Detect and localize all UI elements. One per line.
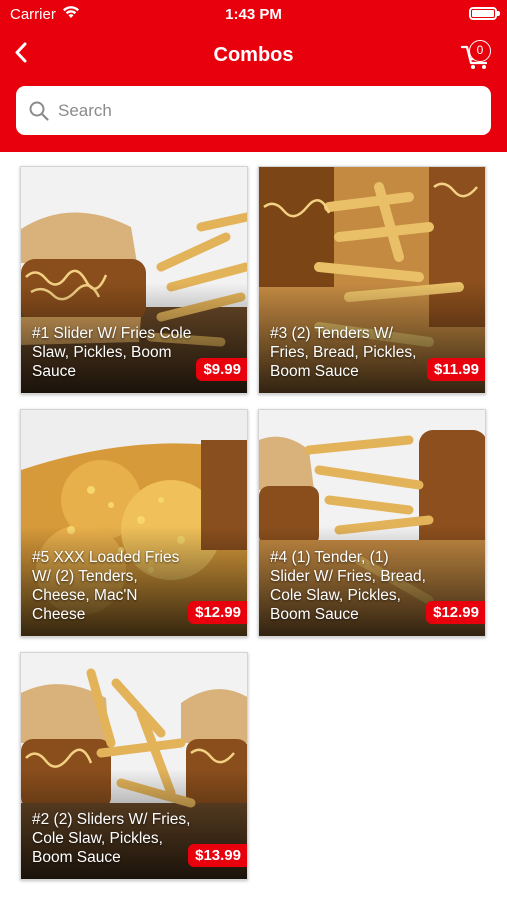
status-time: 1:43 PM: [225, 6, 282, 23]
status-bar: Carrier 1:43 PM: [0, 0, 507, 28]
combo-card-3[interactable]: #5 XXX Loaded Fries W/ (2) Tenders, Chee…: [20, 409, 248, 637]
cart-button[interactable]: 0: [459, 36, 495, 72]
combo-name: #1 Slider W/ Fries Cole Slaw, Pickles, B…: [32, 325, 192, 380]
price-badge: $11.99: [426, 358, 485, 381]
price-badge: $9.99: [196, 358, 247, 381]
price-badge: $13.99: [188, 844, 247, 867]
header: Carrier 1:43 PM Combos 0: [0, 0, 507, 152]
search-input[interactable]: [58, 100, 458, 121]
page-title: Combos: [213, 44, 294, 66]
combo-card-2[interactable]: #3 (2) Tenders W/ Fries, Bread, Pickles,…: [258, 166, 486, 394]
combo-name: #4 (1) Tender, (1) Slider W/ Fries, Brea…: [270, 549, 426, 623]
search-bar[interactable]: [16, 86, 491, 135]
nav-bar: Combos 0: [0, 28, 507, 80]
combo-name: #5 XXX Loaded Fries W/ (2) Tenders, Chee…: [32, 549, 180, 623]
cart-count-badge: 0: [469, 40, 491, 62]
combo-card-1[interactable]: #1 Slider W/ Fries Cole Slaw, Pickles, B…: [20, 166, 248, 394]
combo-name: #2 (2) Sliders W/ Fries, Cole Slaw, Pick…: [32, 811, 191, 866]
price-badge: $12.99: [188, 601, 247, 624]
combo-name: #3 (2) Tenders W/ Fries, Bread, Pickles,…: [270, 325, 417, 380]
combo-card-5[interactable]: #2 (2) Sliders W/ Fries, Cole Slaw, Pick…: [20, 652, 248, 880]
price-badge: $12.99: [426, 601, 485, 624]
search-icon: [29, 101, 49, 121]
battery-icon: [469, 7, 500, 20]
combo-card-4[interactable]: #4 (1) Tender, (1) Slider W/ Fries, Brea…: [258, 409, 486, 637]
